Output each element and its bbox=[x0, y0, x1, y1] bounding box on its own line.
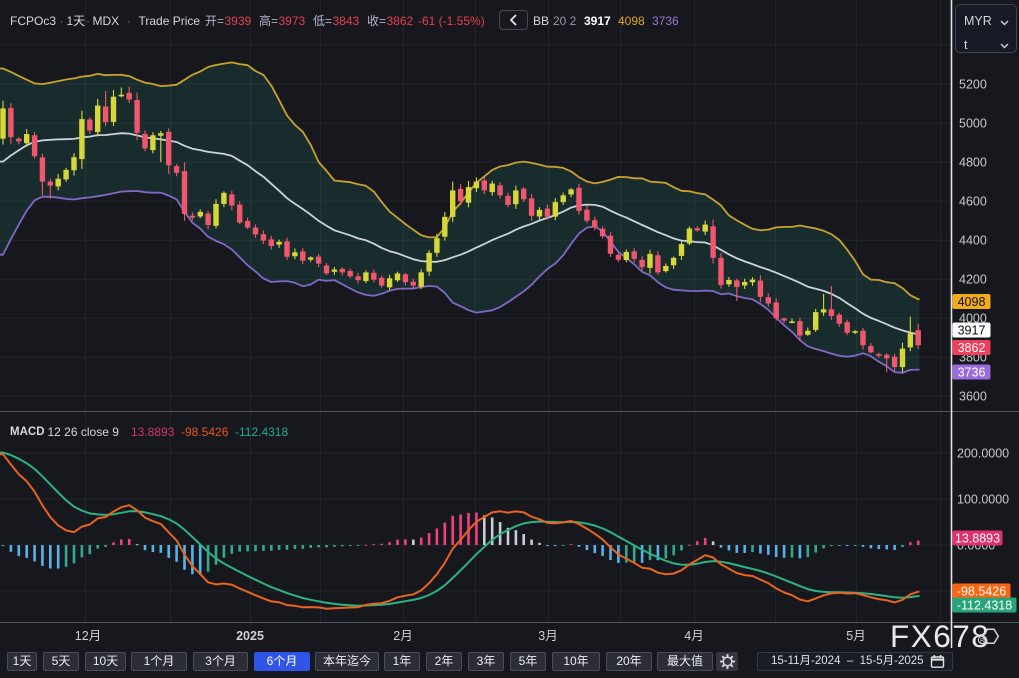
svg-text:100.0000: 100.0000 bbox=[957, 492, 1009, 506]
svg-text:13.8893: 13.8893 bbox=[955, 531, 1000, 545]
svg-text:3736: 3736 bbox=[958, 365, 986, 379]
svg-text:3月: 3月 bbox=[538, 629, 557, 643]
svg-text:200.0000: 200.0000 bbox=[957, 446, 1009, 460]
svg-text:-112.4318: -112.4318 bbox=[957, 598, 1012, 612]
svg-text:5月: 5月 bbox=[846, 629, 865, 643]
svg-text:-98.5426: -98.5426 bbox=[957, 584, 1006, 598]
svg-text:4400: 4400 bbox=[959, 234, 987, 248]
svg-text:4800: 4800 bbox=[959, 155, 987, 169]
svg-text:4200: 4200 bbox=[959, 273, 987, 287]
svg-text:5000: 5000 bbox=[959, 116, 987, 130]
svg-text:4月: 4月 bbox=[684, 629, 703, 643]
svg-text:12月: 12月 bbox=[75, 629, 101, 643]
svg-text:FX678: FX678 bbox=[890, 618, 990, 654]
svg-text:5200: 5200 bbox=[959, 77, 987, 91]
svg-text:3917: 3917 bbox=[958, 323, 986, 337]
svg-text:3862: 3862 bbox=[958, 341, 986, 355]
svg-text:3600: 3600 bbox=[959, 390, 987, 404]
svg-text:2月: 2月 bbox=[393, 629, 412, 643]
svg-text:2025: 2025 bbox=[236, 629, 264, 643]
svg-text:4098: 4098 bbox=[958, 295, 986, 309]
svg-text:4600: 4600 bbox=[959, 195, 987, 209]
